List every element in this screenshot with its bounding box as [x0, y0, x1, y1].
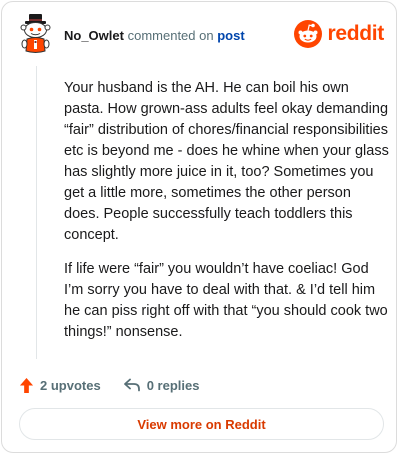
reply-button[interactable]: 0 replies — [123, 377, 200, 393]
upvote-button[interactable]: 2 upvotes — [19, 377, 101, 394]
commented-on-text: commented on — [127, 28, 214, 43]
reply-count: 0 replies — [146, 377, 200, 393]
snoo-top-hat-avatar-icon[interactable] — [18, 14, 54, 54]
upvote-arrow-icon — [19, 377, 34, 393]
comment-embed-card: No_Owlet commented on post reddit Your h… — [1, 1, 397, 453]
thread-line — [36, 66, 37, 359]
reddit-wordmark: reddit — [327, 22, 384, 45]
comment-body: Your husband is the AH. He can boil his … — [64, 78, 390, 356]
reddit-brand-link[interactable]: reddit — [294, 20, 384, 48]
username-link[interactable]: No_Owlet — [64, 28, 124, 43]
comment-paragraph: Your husband is the AH. He can boil his … — [64, 80, 389, 243]
reply-arrow-icon — [123, 378, 140, 392]
post-link[interactable]: post — [217, 28, 244, 43]
view-more-button[interactable]: View more on Reddit — [19, 408, 384, 440]
comment-actions: 2 upvotes 0 replies — [19, 374, 199, 396]
comment-paragraph: If life were “fair” you wouldn’t have co… — [64, 261, 388, 340]
reddit-snoo-logo-icon — [294, 20, 323, 48]
comment-meta: No_Owlet commented on post — [64, 28, 245, 43]
comment-header: No_Owlet commented on post reddit — [18, 14, 384, 58]
upvote-count: 2 upvotes — [40, 377, 101, 393]
